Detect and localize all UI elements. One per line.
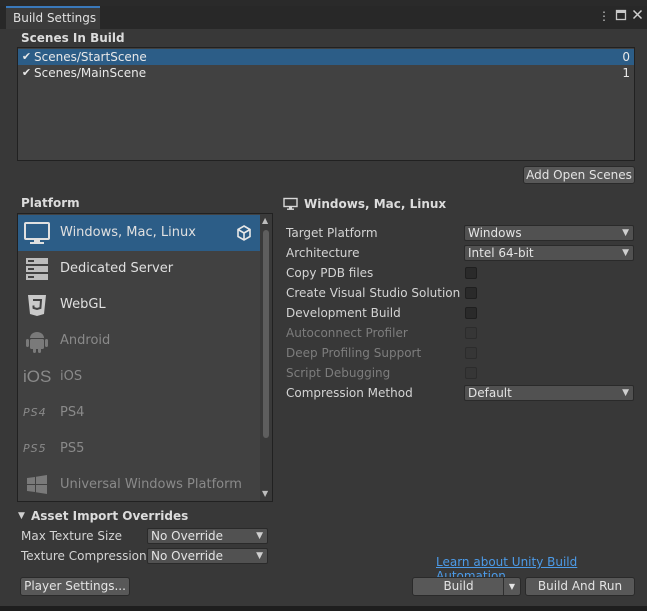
script-debugging-checkbox [465,367,477,379]
chevron-down-icon: ▼ [256,551,263,561]
platform-item-ps4[interactable]: PS4 PS4 [18,395,260,431]
ios-icon: iOS [23,367,52,386]
scenes-in-build-header: Scenes In Build [21,31,125,45]
autoconnect-profiler-label: Autoconnect Profiler [286,326,408,340]
platform-label: Dedicated Server [60,261,174,276]
script-debugging-label: Script Debugging [286,366,391,380]
scenes-list[interactable]: ✔ Scenes/StartScene 0 ✔ Scenes/MainScene… [17,47,635,161]
platform-item-dedicated-server[interactable]: Dedicated Server [18,251,260,287]
html5-icon [23,292,51,318]
max-texture-size-label: Max Texture Size [21,529,122,543]
window-titlebar: Build Settings ⋮ [0,6,647,29]
chevron-down-icon: ▼ [622,388,629,398]
compression-method-value: Default [468,386,512,400]
chevron-down-icon: ▼ [256,531,263,541]
platform-label: PS5 [60,441,85,456]
scene-checkbox[interactable]: ✔ [20,66,33,79]
platform-label: PS4 [60,405,85,420]
platform-header: Platform [21,196,80,210]
platform-item-ps5[interactable]: PS5 PS5 [18,431,260,467]
scene-name: Scenes/StartScene [34,50,147,64]
platform-label: Windows, Mac, Linux [60,225,196,240]
target-platform-dropdown[interactable]: Windows ▼ [464,225,634,241]
platform-list[interactable]: Windows, Mac, Linux Dedicated Server Web… [17,213,273,502]
build-button[interactable]: Build ▼ [412,577,521,596]
add-open-scenes-button[interactable]: Add Open Scenes [523,166,635,184]
architecture-label: Architecture [286,246,360,260]
texture-compression-dropdown[interactable]: No Override ▼ [147,548,268,564]
scene-row[interactable]: ✔ Scenes/StartScene 0 [18,49,634,65]
ps5-icon: PS5 [23,442,47,455]
windows-logo-icon [23,472,51,498]
build-and-run-button[interactable]: Build And Run [525,577,635,596]
monitor-icon [283,197,298,211]
monitor-icon [23,220,51,246]
player-settings-button[interactable]: Player Settings... [20,577,130,596]
platform-label: Universal Windows Platform [60,477,242,492]
ps4-icon: PS4 [23,406,47,419]
android-icon [23,328,51,354]
scroll-thumb[interactable] [263,230,269,438]
settings-title: Windows, Mac, Linux [304,197,447,211]
max-texture-size-dropdown[interactable]: No Override ▼ [147,528,268,544]
copy-pdb-label: Copy PDB files [286,266,374,280]
platform-label: iOS [60,369,83,384]
platform-item-android[interactable]: Android [18,323,260,359]
close-icon[interactable] [630,9,644,23]
scene-index: 1 [622,66,630,80]
create-vs-solution-label: Create Visual Studio Solution [286,286,461,300]
scene-name: Scenes/MainScene [34,66,147,80]
architecture-dropdown[interactable]: Intel 64-bit ▼ [464,245,634,261]
platform-item-webgl[interactable]: WebGL [18,287,260,323]
tab-build-settings[interactable]: Build Settings [6,6,100,29]
chevron-down-icon: ▼ [622,228,629,238]
platform-list-scrollbar[interactable]: ▲ ▼ [260,214,272,501]
scene-checkbox[interactable]: ✔ [20,50,33,63]
compression-method-label: Compression Method [286,386,413,400]
platform-item-uwp[interactable]: Universal Windows Platform [18,467,260,501]
unity-logo-icon [236,225,252,241]
target-platform-label: Target Platform [286,226,378,240]
scroll-down-icon[interactable]: ▼ [262,489,268,498]
server-icon [23,256,51,282]
maximize-icon[interactable] [614,9,628,23]
build-options-chevron-icon[interactable]: ▼ [503,578,520,595]
target-platform-value: Windows [468,226,522,240]
build-button-label: Build [443,579,474,593]
copy-pdb-checkbox[interactable] [465,267,477,279]
deep-profiling-label: Deep Profiling Support [286,346,422,360]
scene-row[interactable]: ✔ Scenes/MainScene 1 [18,65,634,81]
autoconnect-profiler-checkbox [465,327,477,339]
platform-label: Android [60,333,111,348]
scene-index: 0 [622,50,630,64]
architecture-value: Intel 64-bit [468,246,534,260]
chevron-down-icon: ▼ [622,248,629,258]
kebab-menu-icon[interactable]: ⋮ [597,9,611,23]
create-vs-solution-checkbox[interactable] [465,287,477,299]
texture-compression-label: Texture Compression [21,549,147,563]
development-build-checkbox[interactable] [465,307,477,319]
deep-profiling-checkbox [465,347,477,359]
platform-item-windows-mac-linux[interactable]: Windows, Mac, Linux [18,215,260,251]
development-build-label: Development Build [286,306,401,320]
texture-compression-value: No Override [151,549,224,563]
compression-method-dropdown[interactable]: Default ▼ [464,385,634,401]
tab-title: Build Settings [13,11,97,25]
scroll-up-icon[interactable]: ▲ [262,216,268,225]
platform-label: WebGL [60,297,106,312]
platform-item-ios[interactable]: iOS iOS [18,359,260,395]
editor-background-strip [0,606,647,611]
foldout-expanded-icon[interactable]: ▼ [18,511,25,521]
max-texture-size-value: No Override [151,529,224,543]
asset-import-overrides-header[interactable]: Asset Import Overrides [31,509,188,523]
